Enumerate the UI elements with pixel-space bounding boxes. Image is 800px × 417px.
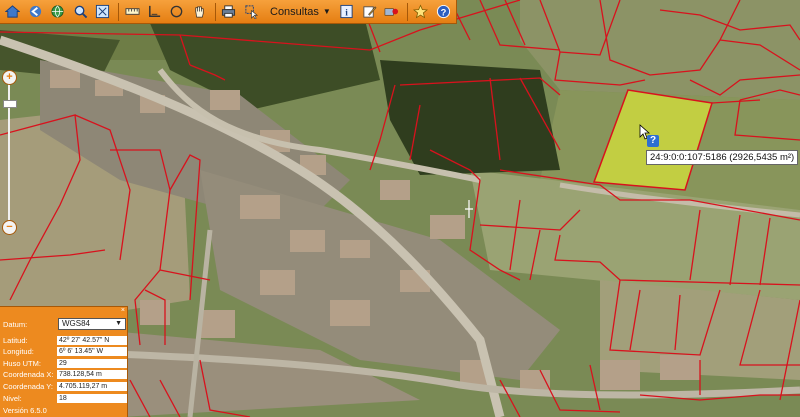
print-icon [222,5,236,18]
circle-button[interactable] [167,2,186,22]
latitud-value: 42º 27' 42.57" N [57,335,127,345]
hand-pan-icon [195,6,204,18]
zoom-out-button[interactable] [93,2,112,22]
datum-label: Datum: [3,319,28,329]
layers-icon [384,8,399,16]
latitud-label: Latitud: [3,335,28,345]
favorite-button[interactable] [411,2,430,22]
print-button[interactable] [219,2,238,22]
ruler-icon [124,8,140,15]
coordenada-x-value: 738.128,54 m [57,369,127,379]
pan-button[interactable] [190,2,209,22]
datum-value: WGS84 [62,319,91,328]
info-badge-icon[interactable]: ? [647,135,659,147]
svg-text:i: i [345,8,348,18]
coordenada-y-label: Coordenada Y: [3,381,53,391]
info-button[interactable]: i [337,2,356,22]
zoom-button[interactable] [70,2,89,22]
toolbar-separator [407,2,409,21]
help-button[interactable]: ? [434,2,453,22]
latitud-row: Latitud: 42º 27' 42.57" N [3,335,127,345]
star-icon [413,4,429,19]
zoom-slider[interactable]: + − [2,70,17,235]
home-button[interactable] [3,2,22,22]
close-icon[interactable]: × [121,307,125,314]
coordenada-y-value: 4.705.119,27 m [57,381,127,391]
nivel-value: 18 [57,393,127,403]
chevron-down-icon: ▼ [115,320,122,327]
huso-row: Huso UTM: 29 [3,358,127,368]
zoom-handle[interactable] [3,100,17,108]
coordenada-x-row: Coordenada X: 738.128,54 m [3,369,127,379]
ruler-button[interactable] [122,2,141,22]
toolbar-separator [118,2,120,21]
svg-text:?: ? [441,7,447,17]
huso-value: 29 [57,358,127,368]
nivel-label: Nivel: [3,393,22,403]
home-icon [5,5,21,18]
datum-select[interactable]: WGS84 ▼ [58,318,126,330]
version-text: Versión 6.5.0 [3,406,47,415]
coordinates-panel: × Datum: WGS84 ▼ Latitud: 42º 27' 42.57"… [0,306,128,417]
longitud-label: Longitud: [3,346,34,356]
parcel-tooltip: 24:9:0:0:107:5186 (2926,5435 m²) [646,150,799,165]
consultas-dropdown[interactable]: Consultas ▼ [264,3,337,21]
info-icon: i [340,4,353,18]
back-icon [29,5,41,18]
area-measure-icon [149,5,161,17]
datum-row: Datum: [3,319,57,329]
select-icon [245,5,258,19]
huso-label: Huso UTM: [3,358,41,368]
chevron-down-icon: ▼ [322,7,331,16]
edit-button[interactable] [359,2,378,22]
crosshair-icon [465,200,473,218]
edit-icon [362,6,376,18]
zoom-out-icon [96,4,110,19]
nivel-row: Nivel: 18 [3,393,127,403]
consultas-label: Consultas [270,5,319,18]
globe-icon [51,5,64,18]
help-icon: ? [436,4,450,19]
circle-icon [171,5,183,18]
back-button[interactable] [25,2,44,22]
coordenada-x-label: Coordenada X: [3,369,54,379]
globe-button[interactable] [48,2,67,22]
zoom-in-button[interactable]: + [2,70,17,85]
main-toolbar: Consultas ▼ i ? [0,0,457,24]
zoom-icon [74,5,87,19]
layers-button[interactable] [382,2,401,22]
zoom-out-button[interactable]: − [2,220,17,235]
longitud-value: 6º 6' 13.45" W [57,346,127,356]
area-measure-button[interactable] [145,2,164,22]
toolbar-separator [215,2,217,21]
coordenada-y-row: Coordenada Y: 4.705.119,27 m [3,381,127,391]
select-button[interactable] [242,2,261,22]
longitud-row: Longitud: 6º 6' 13.45" W [3,346,127,356]
